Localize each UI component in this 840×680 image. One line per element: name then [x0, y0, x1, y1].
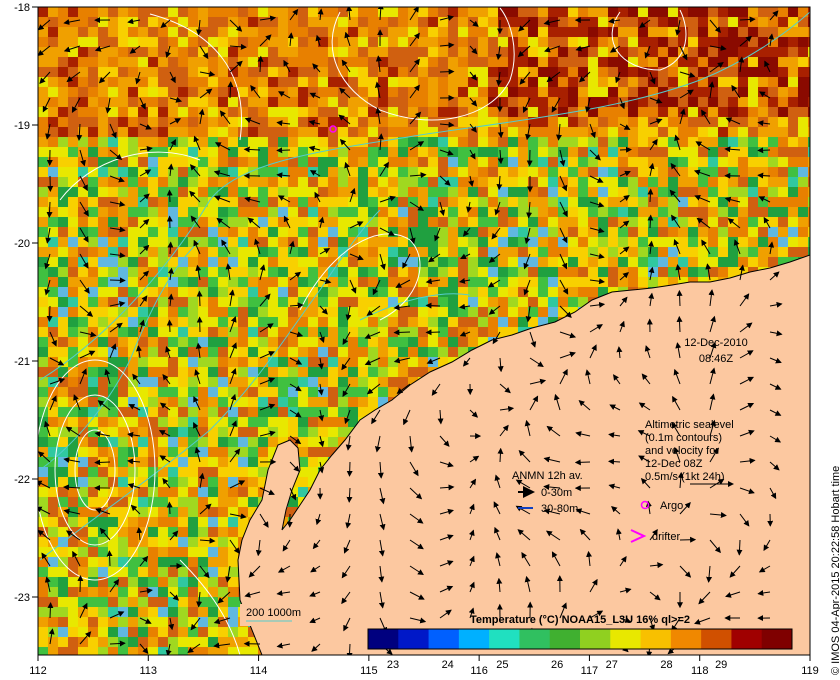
colorbar-swatch [519, 629, 551, 649]
colorbar-swatch [580, 629, 611, 649]
sst-map: 112 113 114 115 116 117 118 119 -18 -19 -20 -21 -22… [14, 2, 819, 677]
colorbar-tick-label: 23 [387, 659, 399, 671]
colorbar-swatch [610, 629, 642, 649]
lat-tick-label: -23 [14, 592, 30, 604]
date-label: 12-Dec-2010 [684, 337, 748, 349]
colorbar-swatch [670, 629, 702, 649]
colorbar-swatch [398, 629, 430, 649]
colorbar [368, 629, 793, 649]
lon-tick-label: 116 [470, 665, 488, 677]
colorbar-ticks: 23 24 25 26 27 28 29 [387, 659, 727, 671]
colorbar-tick-label: 25 [496, 659, 508, 671]
lat-tick-label: -19 [14, 120, 30, 132]
drifter-legend-label: drifter [652, 531, 680, 543]
anmn-shallow-label: 0-30m [541, 487, 572, 499]
anmn-deep-label: 30-80m [541, 503, 578, 515]
lon-tick-label: 117 [581, 665, 599, 677]
longitude-axis: 112 113 114 115 116 117 118 119 [29, 655, 819, 677]
colorbar-tick-label: 26 [551, 659, 563, 671]
credit-block: © IMOS 04-Apr-2015 20:22:58 Hobart time [818, 420, 840, 680]
lon-tick-label: 112 [29, 665, 47, 677]
lon-tick-label: 119 [801, 665, 819, 677]
colorbar-swatch [640, 629, 672, 649]
lon-tick-label: 114 [250, 665, 268, 677]
colorbar-tick-label: 24 [442, 659, 454, 671]
altimetry-line-5: 0.5m/s (1kt 24h) [645, 471, 724, 483]
altimetry-line-1: Altimetric sealevel [645, 419, 734, 431]
colorbar-tick-label: 29 [715, 659, 727, 671]
lat-tick-label: -21 [14, 356, 30, 368]
colorbar-swatch [761, 629, 793, 649]
colorbar-swatch [731, 629, 763, 649]
isobath-legend-label: 200 1000m [246, 607, 301, 619]
anmn-title: ANMN 12h av. [512, 470, 583, 482]
lon-tick-label: 118 [691, 665, 709, 677]
latitude-axis: -18 -19 -20 -21 -22 -23 [14, 2, 38, 604]
colorbar-swatch [428, 629, 460, 649]
colorbar-swatch [701, 629, 732, 649]
argo-legend-label: Argo [660, 500, 683, 512]
colorbar-swatch [368, 629, 399, 649]
colorbar-tick-label: 27 [606, 659, 618, 671]
colorbar-title: Temperature (°C) NOAA15_L3U 16% ql>=2 [470, 614, 690, 626]
time-label: 08:46Z [699, 353, 734, 365]
lat-tick-label: -18 [14, 2, 30, 14]
lat-tick-label: -20 [14, 238, 30, 250]
anmn-legend: ANMN 12h av. 0-30m 30-80m [512, 470, 583, 515]
colorbar-swatch [549, 629, 581, 649]
altimetry-line-2: (0.1m contours) [645, 432, 722, 444]
credit-text: © IMOS 04-Apr-2015 20:22:58 Hobart time [830, 465, 840, 675]
lon-tick-label: 113 [140, 665, 158, 677]
colorbar-tick-label: 28 [660, 659, 672, 671]
altimetry-line-3: and velocity for [645, 445, 719, 457]
colorbar-swatch [458, 629, 490, 649]
lon-tick-label: 115 [360, 665, 378, 677]
colorbar-swatch [489, 629, 520, 649]
lat-tick-label: -22 [14, 474, 30, 486]
altimetry-line-4: 12-Dec 08Z [645, 458, 703, 470]
